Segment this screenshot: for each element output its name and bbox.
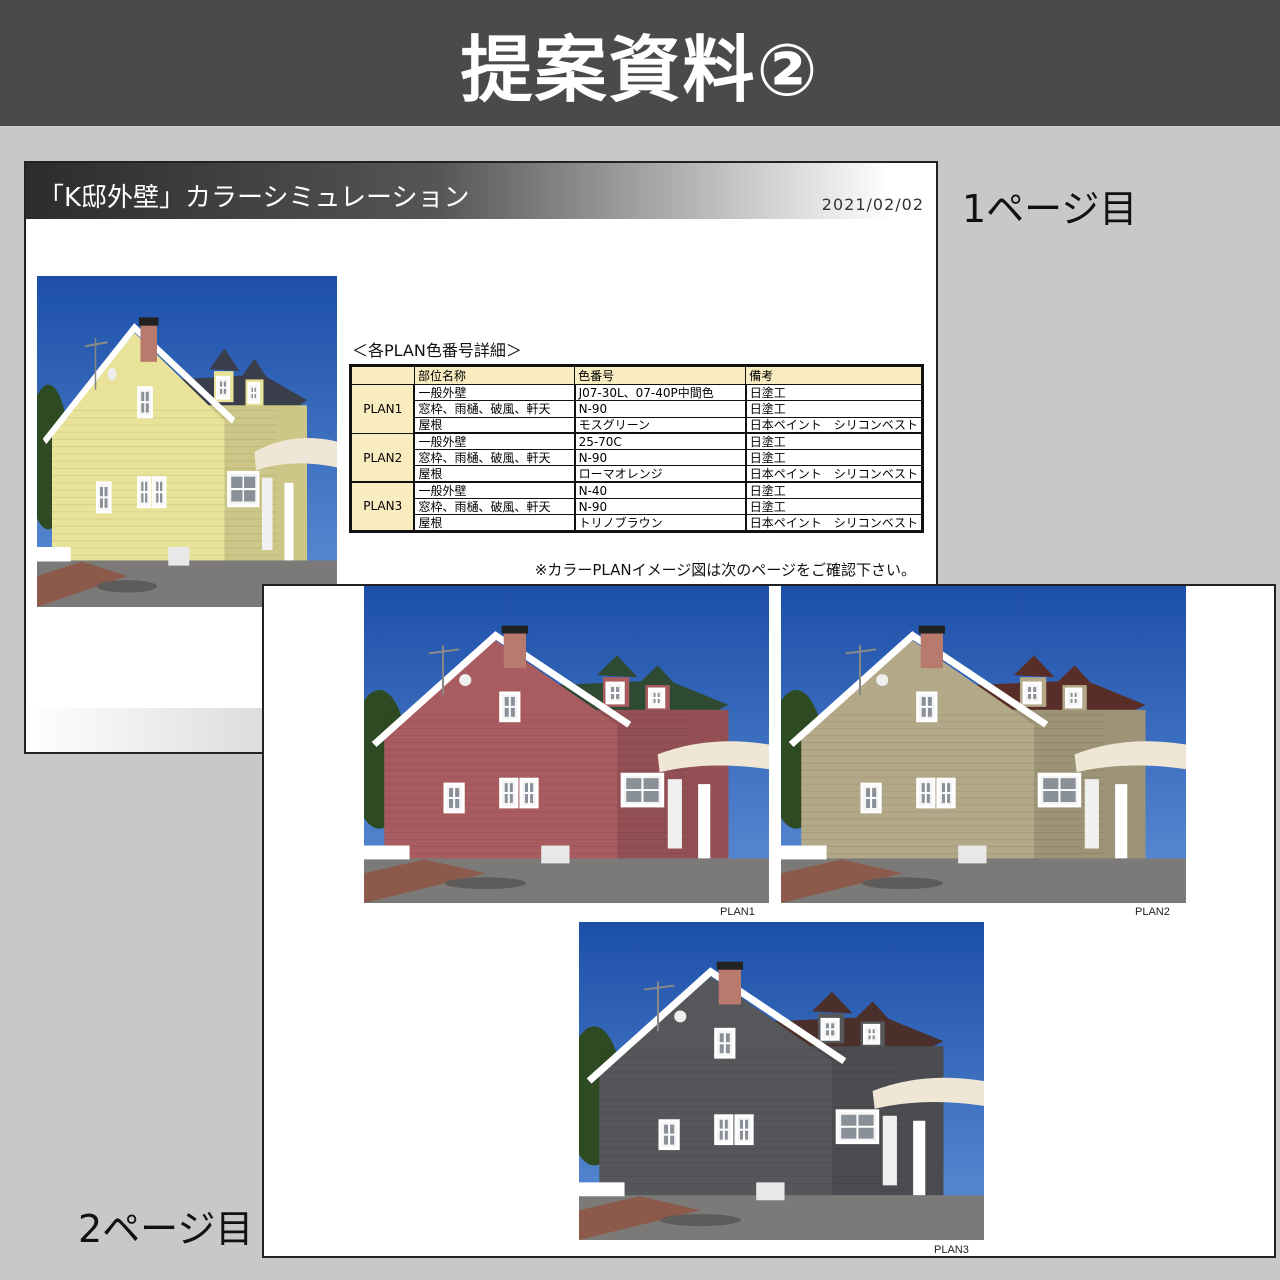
table-row: 窓枠、雨樋、破風、軒天 N-90 日塗工 xyxy=(351,498,923,516)
table-cell: J07-30L、07-40P中間色 xyxy=(573,383,747,402)
plan3-simulation-photo xyxy=(579,922,984,1240)
table-row: 屋根 ローマオレンジ 日本ペイント シリコンベスト xyxy=(351,465,923,484)
table-cell: 屋根 xyxy=(413,416,576,435)
original-house-photo xyxy=(37,276,337,607)
table-cell: 屋根 xyxy=(413,514,576,532)
plan2-simulation-photo xyxy=(781,586,1186,903)
plan1-caption: PLAN1 xyxy=(720,906,755,918)
table-cell: 日塗工 xyxy=(744,383,923,402)
page1-header-bar: 「K邸外壁」カラーシミュレーション 2021/02/02 xyxy=(26,163,936,219)
table-cell: 一般外壁 xyxy=(413,432,576,451)
table-heading: ＜各PLAN色番号詳細＞ xyxy=(352,341,522,360)
table-cell: 窓枠、雨樋、破風、軒天 xyxy=(413,449,576,467)
table-cell: 日本ペイント シリコンベスト xyxy=(744,416,923,435)
color-spec-table: 部位名称 色番号 備考 PLAN1 一般外壁 J07-30L、07-40P中間色… xyxy=(349,364,924,533)
banner-title: 提案資料② xyxy=(460,27,820,112)
table-cell: 一般外壁 xyxy=(413,481,576,500)
table-cell: N-40 xyxy=(573,481,747,500)
table-header-blank xyxy=(350,365,415,385)
page1-date: 2021/02/02 xyxy=(821,195,924,214)
table-header-cell: 色番号 xyxy=(574,365,747,385)
table-cell: 窓枠、雨樋、破風、軒天 xyxy=(413,498,576,516)
table-cell: 日本ペイント シリコンベスト xyxy=(744,465,923,484)
page1-label: 1ページ目 xyxy=(962,187,1138,231)
table-row: 窓枠、雨樋、破風、軒天 N-90 日塗工 xyxy=(351,400,923,418)
title-banner: 提案資料② xyxy=(0,0,1280,126)
table-header-row: 部位名称 色番号 備考 xyxy=(350,365,923,385)
plan1-simulation-photo xyxy=(364,586,769,903)
table-row: 屋根 トリノブラウン 日本ペイント シリコンベスト xyxy=(351,514,923,532)
table-cell: N-90 xyxy=(573,400,747,418)
table-row: PLAN2 一般外壁 25-70C 日塗工 xyxy=(350,432,923,484)
table-cell: モスグリーン xyxy=(573,416,747,435)
table-row: 屋根 モスグリーン 日本ペイント シリコンベスト xyxy=(351,416,923,435)
page2-slide: PLAN1 PLAN2 PLAN3 xyxy=(262,584,1276,1258)
table-row: PLAN1 一般外壁 J07-30L、07-40P中間色 日塗工 xyxy=(350,383,923,434)
table-cell: トリノブラウン xyxy=(573,514,747,532)
table-row: 窓枠、雨樋、破風、軒天 N-90 日塗工 xyxy=(351,449,923,467)
table-cell: 窓枠、雨樋、破風、軒天 xyxy=(413,400,576,418)
table-cell: 25-70C xyxy=(573,432,747,451)
plan3-caption: PLAN3 xyxy=(934,1244,969,1256)
table-cell: N-90 xyxy=(573,449,747,467)
table-cell: 一般外壁 xyxy=(413,383,576,402)
table-header-cell: 備考 xyxy=(745,365,923,385)
next-page-note: ※カラーPLANイメージ図は次のページをご確認下さい。 xyxy=(534,561,916,579)
table-cell: N-90 xyxy=(573,498,747,516)
table-cell: 日塗工 xyxy=(744,400,923,418)
table-header-cell: 部位名称 xyxy=(413,365,576,385)
page1-title: 「K邸外壁」カラーシミュレーション xyxy=(38,183,470,213)
table-row: PLAN3 一般外壁 N-40 日塗工 xyxy=(350,481,923,532)
table-cell: 日塗工 xyxy=(744,481,923,500)
table-cell: 日本ペイント シリコンベスト xyxy=(744,514,923,532)
plan-name-cell: PLAN3 xyxy=(350,481,416,532)
page2-label: 2ページ目 xyxy=(78,1207,254,1251)
table-cell: 日塗工 xyxy=(744,449,923,467)
plan-name-cell: PLAN1 xyxy=(350,384,416,434)
table-cell: ローマオレンジ xyxy=(573,465,747,484)
plan-name-cell: PLAN2 xyxy=(350,432,416,484)
table-cell: 日塗工 xyxy=(744,498,923,516)
table-cell: 屋根 xyxy=(413,465,576,484)
plan2-caption: PLAN2 xyxy=(1135,906,1170,918)
table-cell: 日塗工 xyxy=(744,432,923,451)
